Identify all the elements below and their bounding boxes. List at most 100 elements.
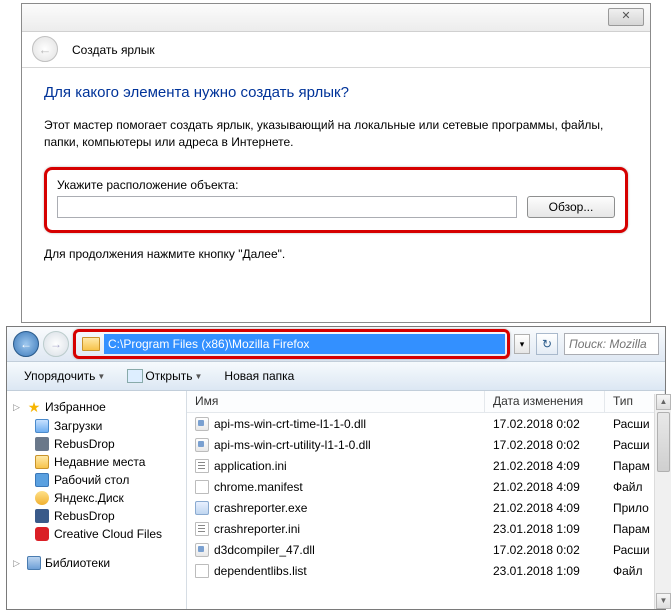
star-icon: ★ [27, 400, 41, 414]
file-name: dependentlibs.list [214, 564, 307, 578]
col-name[interactable]: Имя [187, 391, 485, 412]
file-name: application.ini [214, 459, 287, 473]
sidebar-item[interactable]: RebusDrop [11, 435, 182, 453]
file-name: chrome.manifest [214, 480, 303, 494]
file-name: api-ms-win-crt-utility-l1-1-0.dll [214, 438, 371, 452]
folder-icon [82, 337, 100, 351]
file-date: 17.02.2018 0:02 [485, 437, 605, 453]
open-button[interactable]: Открыть ▼ [118, 365, 211, 387]
sidebar-item-icon [35, 491, 49, 505]
sidebar-item-label: Загрузки [54, 419, 102, 433]
titlebar: ✕ [22, 4, 650, 32]
file-date: 21.02.2018 4:09 [485, 479, 605, 495]
location-label: Укажите расположение объекта: [57, 178, 615, 192]
file-icon [195, 501, 209, 515]
file-icon [195, 522, 209, 536]
sidebar-item-icon [35, 419, 49, 433]
scroll-thumb[interactable] [657, 412, 670, 472]
wizard-title: Создать ярлык [72, 43, 155, 57]
file-row[interactable]: api-ms-win-crt-time-l1-1-0.dll 17.02.2018… [187, 413, 665, 434]
file-row[interactable]: crashreporter.exe21.02.2018 4:09Прило [187, 497, 665, 518]
file-icon [195, 543, 209, 557]
toolbar: Упорядочить ▼ Открыть ▼ Новая папка [7, 361, 665, 391]
file-icon [195, 417, 209, 431]
file-date: 21.02.2018 4:09 [485, 500, 605, 516]
location-highlight: Укажите расположение объекта: Обзор... [44, 167, 628, 233]
file-name: api-ms-win-crt-time-l1-1-0.dll [214, 417, 366, 431]
address-bar-area: ← → ▾ ↻ [7, 327, 665, 361]
file-row[interactable]: d3dcompiler_47.dll17.02.2018 0:02Расши [187, 539, 665, 560]
new-folder-button[interactable]: Новая папка [215, 365, 303, 387]
sidebar: ▷ ★ Избранное Загрузки RebusDrop Недавние … [7, 391, 187, 609]
libraries-icon [27, 556, 41, 570]
organize-button[interactable]: Упорядочить ▼ [15, 365, 114, 387]
sidebar-item-icon [35, 437, 49, 451]
file-icon [195, 438, 209, 452]
back-button[interactable]: ← [32, 36, 58, 62]
scroll-down-button[interactable]: ▼ [656, 593, 671, 609]
column-headers: Имя Дата изменения Тип [187, 391, 665, 413]
libraries-label: Библиотеки [45, 556, 110, 570]
file-icon [195, 480, 209, 494]
file-date: 17.02.2018 0:02 [485, 542, 605, 558]
search-input[interactable] [564, 333, 659, 355]
file-date: 23.01.2018 1:09 [485, 521, 605, 537]
sidebar-item-label: RebusDrop [54, 437, 115, 451]
sidebar-item-label: Недавние места [54, 455, 145, 469]
scrollbar-vertical[interactable]: ▲ ▼ [654, 394, 671, 609]
file-row[interactable]: api-ms-win-crt-utility-l1-1-0.dll 17.02.2… [187, 434, 665, 455]
scroll-up-button[interactable]: ▲ [656, 394, 671, 410]
sidebar-item-icon [35, 527, 49, 541]
file-icon [195, 459, 209, 473]
file-list: Имя Дата изменения Тип api-ms-win-crt-ti… [187, 391, 665, 609]
wizard-description: Этот мастер помогает создать ярлык, указ… [44, 117, 628, 151]
sidebar-item-icon [35, 509, 49, 523]
chevron-down-icon: ▼ [194, 372, 202, 381]
file-name: crashreporter.exe [214, 501, 307, 515]
sidebar-item-label: RebusDrop [54, 509, 115, 523]
refresh-button[interactable]: ↻ [536, 333, 558, 355]
col-date[interactable]: Дата изменения [485, 391, 605, 412]
file-date: 17.02.2018 0:02 [485, 416, 605, 432]
continue-hint: Для продолжения нажмите кнопку "Далее". [44, 247, 628, 261]
address-highlight [73, 329, 510, 359]
sidebar-item[interactable]: Рабочий стол [11, 471, 182, 489]
close-button[interactable]: ✕ [608, 8, 644, 26]
sidebar-item-icon [35, 455, 49, 469]
sidebar-item[interactable]: Недавние места [11, 453, 182, 471]
file-row[interactable]: dependentlibs.list23.01.2018 1:09Файл [187, 560, 665, 581]
sidebar-item[interactable]: RebusDrop [11, 507, 182, 525]
favorites-label: Избранное [45, 400, 106, 414]
sidebar-item[interactable]: Загрузки [11, 417, 182, 435]
libraries-header[interactable]: ▷ Библиотеки [11, 553, 182, 573]
address-input[interactable] [104, 334, 505, 354]
create-shortcut-wizard: ✕ ← Создать ярлык Для какого элемента ну… [21, 3, 651, 323]
location-input[interactable] [57, 196, 517, 218]
file-name: crashreporter.ini [214, 522, 300, 536]
browse-button[interactable]: Обзор... [527, 196, 615, 218]
file-row[interactable]: chrome.manifest21.02.2018 4:09Файл [187, 476, 665, 497]
open-icon [127, 369, 143, 383]
file-date: 23.01.2018 1:09 [485, 563, 605, 579]
collapse-icon: ▷ [13, 402, 23, 413]
explorer-window: ← → ▾ ↻ Упорядочить ▼ Открыть ▼ Новая па… [6, 326, 666, 610]
file-date: 21.02.2018 4:09 [485, 458, 605, 474]
sidebar-item-icon [35, 473, 49, 487]
sidebar-item-label: Рабочий стол [54, 473, 129, 487]
file-row[interactable]: crashreporter.ini23.01.2018 1:09Парам [187, 518, 665, 539]
file-row[interactable]: application.ini21.02.2018 4:09Парам [187, 455, 665, 476]
wizard-question: Для какого элемента нужно создать ярлык? [44, 84, 628, 101]
nav-back-button[interactable]: ← [13, 331, 39, 357]
address-dropdown[interactable]: ▾ [514, 334, 530, 354]
chevron-down-icon: ▼ [97, 372, 105, 381]
collapse-icon: ▷ [13, 558, 23, 569]
sidebar-item[interactable]: Яндекс.Диск [11, 489, 182, 507]
file-icon [195, 564, 209, 578]
favorites-header[interactable]: ▷ ★ Избранное [11, 397, 182, 417]
sidebar-item-label: Creative Cloud Files [54, 527, 162, 541]
sidebar-item-label: Яндекс.Диск [54, 491, 124, 505]
nav-forward-button[interactable]: → [43, 331, 69, 357]
sidebar-item[interactable]: Creative Cloud Files [11, 525, 182, 543]
wizard-header: ← Создать ярлык [22, 32, 650, 68]
file-name: d3dcompiler_47.dll [214, 543, 315, 557]
